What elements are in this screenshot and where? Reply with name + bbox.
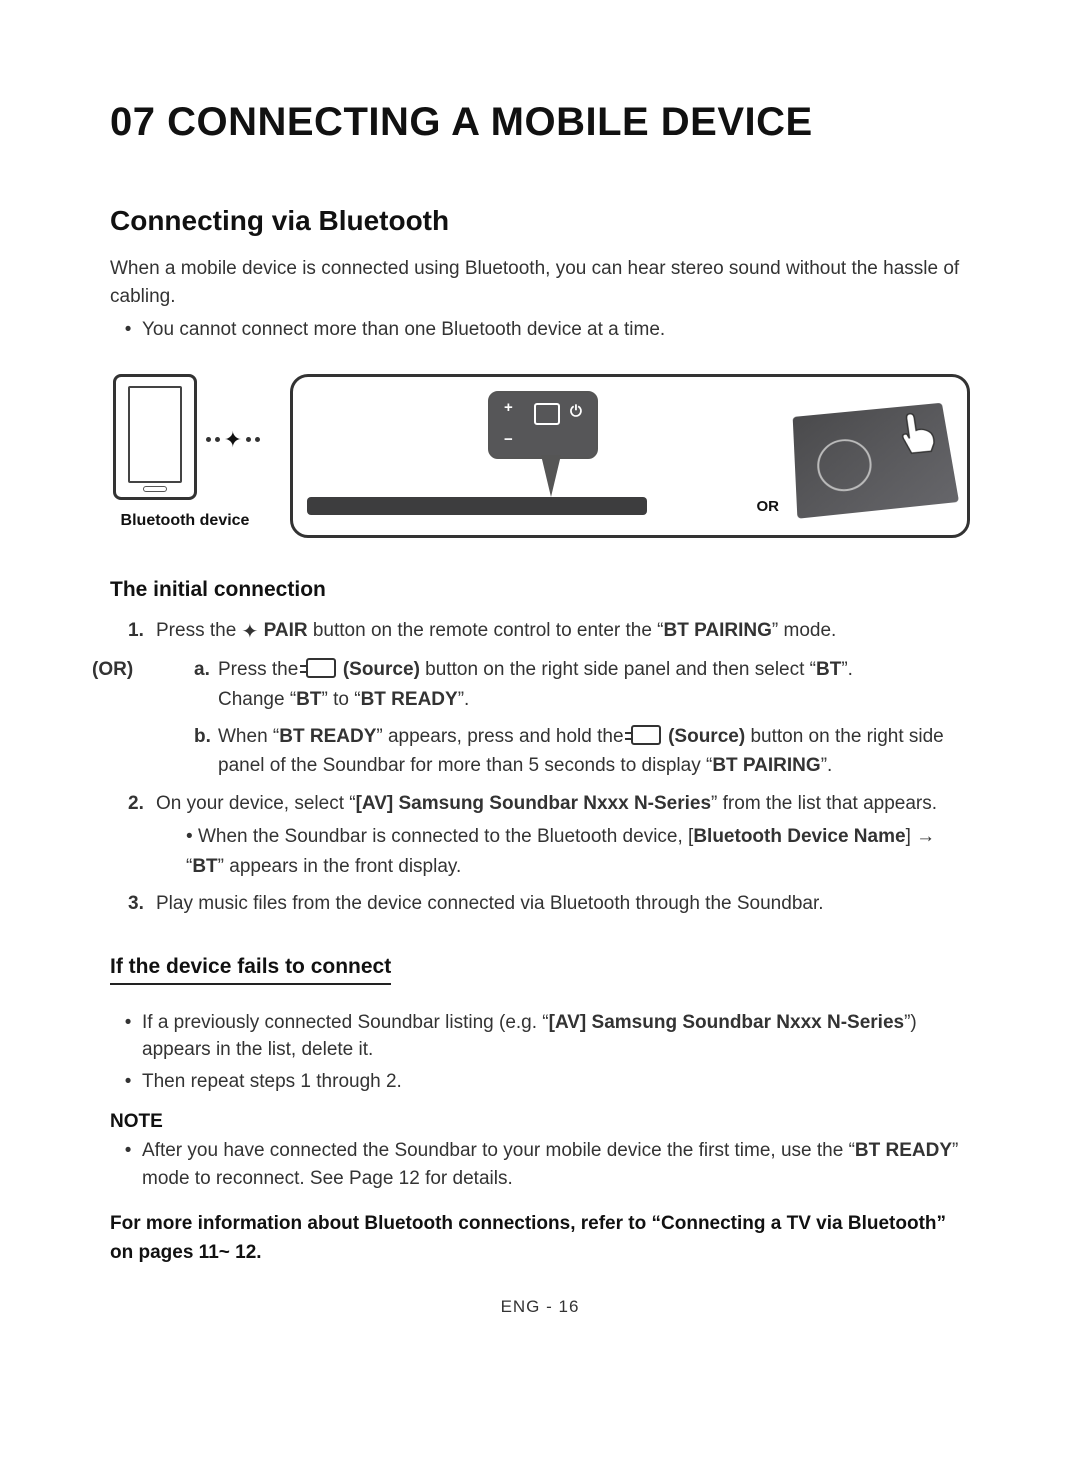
chapter-title: 07 CONNECTING A MOBILE DEVICE	[110, 100, 970, 145]
page-footer: ENG - 16	[110, 1297, 970, 1317]
or-label-inline: (OR)	[92, 655, 133, 684]
side-panel-icon	[793, 402, 959, 518]
soundbar-diagram-box: + − ⏻ OR	[290, 374, 970, 538]
hand-press-icon	[883, 406, 944, 457]
step-or-a: (OR) a. Press the (Source) button on the…	[150, 655, 970, 781]
or-label: OR	[757, 498, 780, 515]
remote-control-icon: + − ⏻	[488, 391, 598, 459]
soundbar-icon	[307, 497, 647, 515]
step-2: 2. On your device, select “[AV] Samsung …	[128, 789, 970, 881]
bluetooth-signal-icon: ✦	[206, 427, 260, 453]
section-title: Connecting via Bluetooth	[110, 205, 970, 237]
intro-bullet: You cannot connect more than one Bluetoo…	[142, 316, 970, 344]
bluetooth-icon: ✦	[242, 621, 259, 643]
source-button-icon	[534, 403, 560, 425]
initial-connection-heading: The initial connection	[110, 578, 970, 602]
power-icon: ⏻	[570, 403, 582, 420]
more-info-line: For more information about Bluetooth con…	[110, 1210, 970, 1267]
intro-paragraph: When a mobile device is connected using …	[110, 255, 970, 310]
source-icon	[306, 658, 336, 678]
step-3: 3. Play music files from the device conn…	[128, 889, 970, 918]
fails-bullet-1: If a previously connected Soundbar listi…	[142, 1009, 970, 1064]
fails-heading: If the device fails to connect	[110, 955, 391, 985]
phone-icon	[113, 374, 197, 500]
note-bullet: After you have connected the Soundbar to…	[142, 1137, 970, 1192]
fails-bullet-2: Then repeat steps 1 through 2.	[142, 1068, 970, 1096]
note-heading: NOTE	[110, 1111, 970, 1133]
step-2-sub: When the Soundbar is connected to the Bl…	[186, 822, 970, 881]
step-1: 1. Press the ✦ PAIR button on the remote…	[128, 616, 970, 647]
connection-diagram: ✦ Bluetooth device + − ⏻ OR	[110, 374, 970, 538]
bluetooth-device-label: Bluetooth device	[110, 512, 260, 530]
source-icon	[631, 725, 661, 745]
